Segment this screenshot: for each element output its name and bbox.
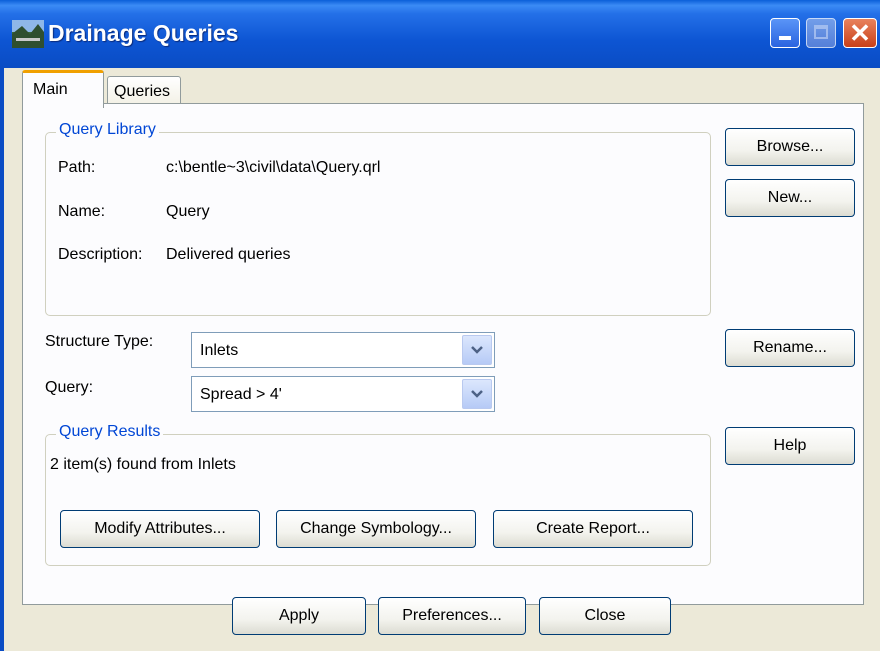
structure-type-select[interactable]: Inlets: [191, 332, 495, 368]
main-tab-panel: Query Library Path: c:\bentle~3\civil\da…: [22, 103, 864, 605]
tab-queries[interactable]: Queries: [107, 76, 181, 104]
maximize-icon: [814, 25, 828, 39]
minimize-button[interactable]: [770, 18, 800, 48]
apply-button[interactable]: Apply: [232, 597, 366, 635]
preferences-label: Preferences...: [402, 607, 502, 624]
query-select[interactable]: Spread > 4': [191, 376, 495, 412]
query-results-group: Query Results 2 item(s) found from Inlet…: [45, 423, 711, 566]
chevron-down-icon: [471, 390, 483, 398]
help-label: Help: [773, 437, 807, 454]
tab-queries-label: Queries: [114, 83, 171, 100]
window-title: Drainage Queries: [48, 20, 239, 46]
change-symbology-label: Change Symbology...: [300, 520, 452, 537]
structure-type-value: Inlets: [200, 342, 239, 359]
new-button[interactable]: New...: [725, 179, 855, 217]
apply-label: Apply: [278, 607, 320, 624]
window-frame-left: [0, 68, 4, 651]
rename-label: Rename...: [753, 339, 827, 356]
results-summary: 2 item(s) found from Inlets: [50, 456, 236, 473]
description-label: Description:: [58, 246, 143, 263]
modify-attributes-button[interactable]: Modify Attributes...: [60, 510, 260, 548]
close-button[interactable]: Close: [539, 597, 671, 635]
preferences-button[interactable]: Preferences...: [378, 597, 526, 635]
help-button[interactable]: Help: [725, 427, 855, 465]
query-value: Spread > 4': [200, 386, 282, 403]
tab-main-label: Main: [33, 81, 68, 98]
browse-button[interactable]: Browse...: [725, 128, 855, 166]
structure-type-label: Structure Type:: [45, 333, 154, 350]
new-label: New...: [767, 189, 813, 206]
name-value: Query: [166, 203, 210, 220]
query-results-legend: Query Results: [56, 423, 164, 441]
structure-type-dropdown-button[interactable]: [462, 335, 492, 365]
query-library-legend: Query Library: [56, 121, 159, 139]
query-label: Query:: [45, 379, 94, 396]
create-report-button[interactable]: Create Report...: [493, 510, 693, 548]
close-window-button[interactable]: ✕: [843, 18, 877, 48]
tab-main[interactable]: Main: [22, 70, 104, 108]
name-label: Name:: [58, 203, 106, 220]
title-bar[interactable]: Drainage Queries ✕: [0, 0, 880, 68]
modify-attributes-label: Modify Attributes...: [94, 520, 226, 537]
create-report-label: Create Report...: [536, 520, 650, 537]
browse-label: Browse...: [756, 138, 824, 155]
drainage-queries-window: Drainage Queries ✕ Main Queries Query Li…: [0, 0, 880, 651]
change-symbology-button[interactable]: Change Symbology...: [276, 510, 476, 548]
app-icon: [12, 20, 44, 48]
rename-button[interactable]: Rename...: [725, 329, 855, 367]
query-library-group: Query Library Path: c:\bentle~3\civil\da…: [45, 121, 711, 316]
description-value: Delivered queries: [166, 246, 291, 263]
minimize-icon: [779, 36, 791, 40]
close-icon: ✕: [849, 18, 871, 48]
query-dropdown-button[interactable]: [462, 379, 492, 409]
path-value: c:\bentle~3\civil\data\Query.qrl: [166, 159, 381, 176]
chevron-down-icon: [471, 346, 483, 354]
maximize-button[interactable]: [806, 18, 836, 48]
path-label: Path:: [58, 159, 96, 176]
close-label: Close: [584, 607, 626, 624]
